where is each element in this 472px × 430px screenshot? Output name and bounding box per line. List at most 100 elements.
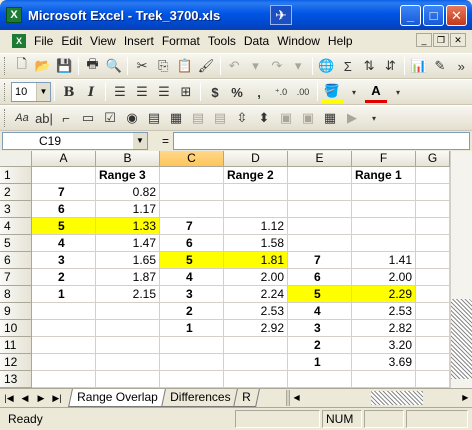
fill-color-icon[interactable]: 🪣	[321, 81, 343, 103]
row-header[interactable]: 11	[0, 337, 32, 354]
cell-e8[interactable]: 5	[288, 286, 352, 303]
cell-g2[interactable]	[416, 184, 450, 201]
cell-a4[interactable]: 5	[32, 218, 96, 235]
cell-c6[interactable]: 5	[160, 252, 224, 269]
font-color-dropdown-icon[interactable]: ▾	[387, 81, 409, 103]
redo-dropdown-icon[interactable]: ▾	[288, 55, 309, 77]
cell-e7[interactable]: 6	[288, 269, 352, 286]
menu-data[interactable]: Data	[240, 34, 273, 48]
cell-b11[interactable]	[96, 337, 160, 354]
cell-g4[interactable]	[416, 218, 450, 235]
decrease-decimal-icon[interactable]: .00	[292, 81, 314, 103]
cell-d13[interactable]	[224, 371, 288, 388]
column-header-d[interactable]: D	[224, 151, 288, 167]
row-header[interactable]: 13	[0, 371, 32, 388]
row-header[interactable]: 5	[0, 235, 32, 252]
bold-icon[interactable]: B	[58, 81, 80, 103]
merge-center-icon[interactable]: ⊞	[175, 81, 197, 103]
row-header[interactable]: 12	[0, 354, 32, 371]
column-header-b[interactable]: B	[96, 151, 160, 167]
print-icon[interactable]: 🖶	[82, 55, 103, 77]
cell-f1[interactable]: Range 1	[352, 167, 416, 184]
menu-window[interactable]: Window	[273, 34, 324, 48]
increase-decimal-icon[interactable]: ⁺.0	[270, 81, 292, 103]
button-control-icon[interactable]: ▭	[77, 107, 99, 129]
undo-icon[interactable]: ↶	[224, 55, 245, 77]
cell-b8[interactable]: 2.15	[96, 286, 160, 303]
new-icon[interactable]: 🗋	[11, 55, 32, 77]
cell-c12[interactable]	[160, 354, 224, 371]
column-header-c[interactable]: C	[160, 151, 224, 167]
cell-e13[interactable]	[288, 371, 352, 388]
cell-a7[interactable]: 2	[32, 269, 96, 286]
cell-f9[interactable]: 2.53	[352, 303, 416, 320]
cell-d1[interactable]: Range 2	[224, 167, 288, 184]
cell-f2[interactable]	[352, 184, 416, 201]
row-header[interactable]: 10	[0, 320, 32, 337]
chart-wizard-icon[interactable]: 📊	[408, 55, 429, 77]
cell-g11[interactable]	[416, 337, 450, 354]
print-preview-icon[interactable]: 🔍	[103, 55, 124, 77]
combo-dropdown-edit-icon[interactable]: ▤	[209, 107, 231, 129]
cell-e2[interactable]	[288, 184, 352, 201]
cell-f7[interactable]: 2.00	[352, 269, 416, 286]
cell-d5[interactable]: 1.58	[224, 235, 288, 252]
cell-d2[interactable]	[224, 184, 288, 201]
cell-e9[interactable]: 4	[288, 303, 352, 320]
autosum-icon[interactable]: Σ	[337, 55, 358, 77]
workbook-icon[interactable]: X	[12, 34, 26, 48]
paste-icon[interactable]: 📋	[174, 55, 195, 77]
cut-icon[interactable]: ✂	[131, 55, 152, 77]
cell-a6[interactable]: 3	[32, 252, 96, 269]
redo-icon[interactable]: ↷	[266, 55, 287, 77]
first-sheet-icon[interactable]: |◀	[2, 391, 16, 405]
cell-g10[interactable]	[416, 320, 450, 337]
cell-b3[interactable]: 1.17	[96, 201, 160, 218]
cell-b10[interactable]	[96, 320, 160, 337]
tab-differences[interactable]: Differences	[160, 388, 240, 407]
open-icon[interactable]: 📂	[32, 55, 53, 77]
menu-view[interactable]: View	[86, 34, 120, 48]
cell-g8[interactable]	[416, 286, 450, 303]
cell-a3[interactable]: 6	[32, 201, 96, 218]
cell-e10[interactable]: 3	[288, 320, 352, 337]
cell-c9[interactable]: 2	[160, 303, 224, 320]
cell-f8[interactable]: 2.29	[352, 286, 416, 303]
cell-c3[interactable]	[160, 201, 224, 218]
cell-d7[interactable]: 2.00	[224, 269, 288, 286]
percent-icon[interactable]: %	[226, 81, 248, 103]
run-dialog-icon[interactable]: ▶	[341, 107, 363, 129]
cell-g3[interactable]	[416, 201, 450, 218]
cell-d12[interactable]	[224, 354, 288, 371]
minimize-button[interactable]: _	[400, 5, 421, 26]
cell-f11[interactable]: 3.20	[352, 337, 416, 354]
next-sheet-icon[interactable]: ▶	[34, 391, 48, 405]
cell-c1[interactable]	[160, 167, 224, 184]
cell-g9[interactable]	[416, 303, 450, 320]
toggle-grid-icon[interactable]: ▦	[319, 107, 341, 129]
cell-a2[interactable]: 7	[32, 184, 96, 201]
doc-minimize-button[interactable]: _	[416, 33, 432, 47]
row-header[interactable]: 8	[0, 286, 32, 303]
toolbar-grip[interactable]	[4, 83, 7, 101]
cell-e3[interactable]	[288, 201, 352, 218]
toolbar-options-icon[interactable]: ▾	[363, 107, 385, 129]
toolbar-grip[interactable]	[4, 109, 7, 127]
italic-icon[interactable]: I	[80, 81, 102, 103]
spinner-icon[interactable]: ⬍	[253, 107, 275, 129]
doc-close-button[interactable]: ✕	[450, 33, 466, 47]
menu-insert[interactable]: Insert	[120, 34, 158, 48]
close-button[interactable]: ✕	[446, 5, 467, 26]
cell-f5[interactable]	[352, 235, 416, 252]
column-header-f[interactable]: F	[352, 151, 416, 167]
control-properties-icon[interactable]: ▣	[275, 107, 297, 129]
cell-a5[interactable]: 4	[32, 235, 96, 252]
cell-d10[interactable]: 2.92	[224, 320, 288, 337]
cell-a13[interactable]	[32, 371, 96, 388]
cell-a9[interactable]	[32, 303, 96, 320]
horizontal-scroll-thumb[interactable]	[371, 391, 423, 405]
sort-ascending-icon[interactable]: ⇅	[358, 55, 379, 77]
cell-f12[interactable]: 3.69	[352, 354, 416, 371]
list-box-icon[interactable]: ▤	[143, 107, 165, 129]
currency-icon[interactable]: $	[204, 81, 226, 103]
